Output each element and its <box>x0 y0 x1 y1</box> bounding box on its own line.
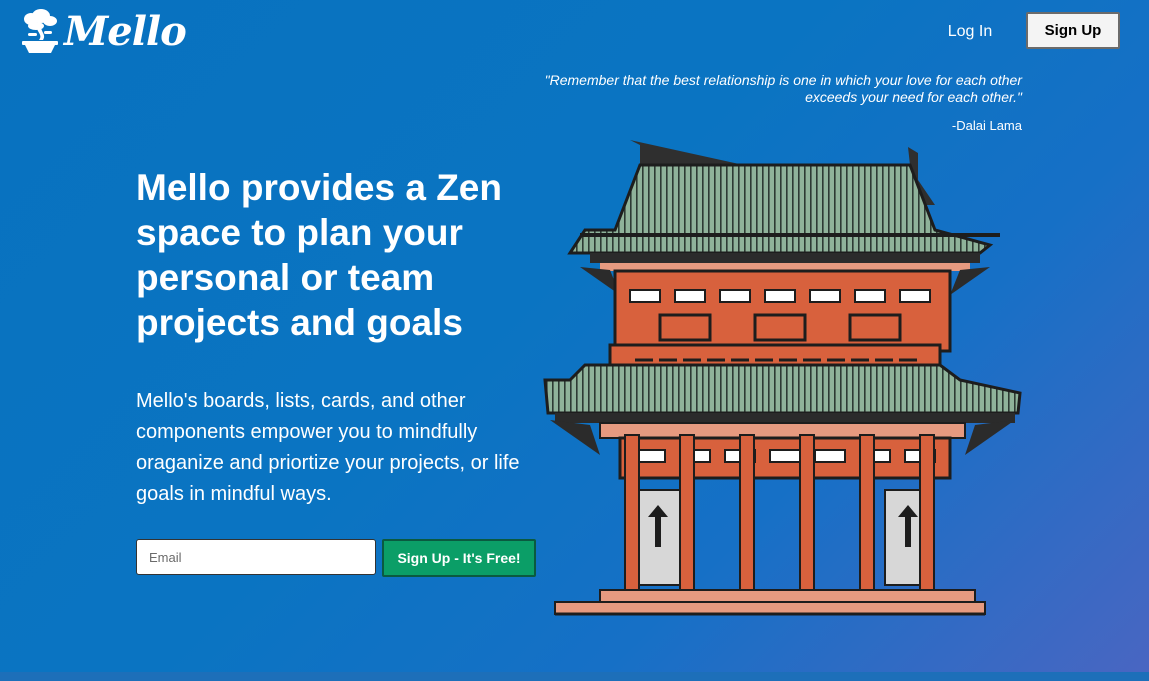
brand-logo[interactable]: Mello <box>20 8 187 56</box>
login-link[interactable]: Log In <box>938 20 1002 44</box>
signup-free-button[interactable]: Sign Up - It's Free! <box>382 539 536 577</box>
hero-description: Mello's boards, lists, cards, and other … <box>136 390 520 505</box>
quote-author: -Dalai Lama <box>951 118 1022 133</box>
japanese-temple-gate-illustration <box>543 140 1022 616</box>
signup-button[interactable]: Sign Up <box>1026 12 1120 49</box>
landing-page: Mello Log In Sign Up "Remember that the … <box>0 0 1149 672</box>
hero-headline: Mello provides a Zen space to plan your … <box>136 167 502 343</box>
email-input[interactable] <box>136 539 376 575</box>
bottom-strip <box>0 672 1149 681</box>
brand-name: Mello <box>64 8 187 55</box>
bonsai-tree-icon <box>22 9 58 53</box>
quote-text: "Remember that the best relationship is … <box>544 72 1022 105</box>
